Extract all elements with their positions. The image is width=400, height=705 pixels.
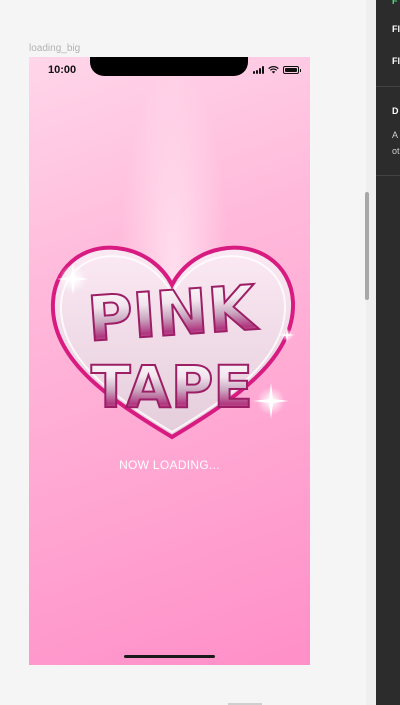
panel-row-2[interactable]: Fl (392, 56, 400, 66)
panel-accent-label: F (392, 0, 398, 6)
sparkle-icon (253, 383, 289, 419)
status-icons (253, 66, 301, 74)
pink-tape-logo: PINK TAPE (50, 245, 296, 440)
frame-label: loading_big (29, 43, 81, 54)
device-notch (90, 57, 248, 76)
logo-word-tape: TAPE (91, 353, 253, 421)
home-indicator (124, 655, 215, 658)
phone-screen: 10:00 PINK TAPE NOW LOADING... (29, 57, 310, 665)
wifi-icon (268, 66, 279, 74)
loading-text: NOW LOADING... (119, 458, 220, 472)
logo-word-pink: PINK (85, 271, 260, 356)
panel-divider (376, 86, 400, 87)
panel-section-heading: D (392, 106, 399, 116)
status-time: 10:00 (48, 64, 77, 76)
panel-row-1[interactable]: Fl (392, 24, 400, 34)
panel-description-line-1: A (392, 130, 399, 140)
canvas-scroll-track (366, 0, 376, 705)
canvas-scrollbar[interactable] (365, 192, 369, 300)
panel-description-line-2: ot (392, 146, 400, 156)
inspector-panel: F Fl Fl D A ot (376, 0, 400, 705)
cellular-signal-icon (253, 66, 264, 74)
panel-divider (376, 175, 400, 176)
battery-icon (283, 66, 301, 74)
